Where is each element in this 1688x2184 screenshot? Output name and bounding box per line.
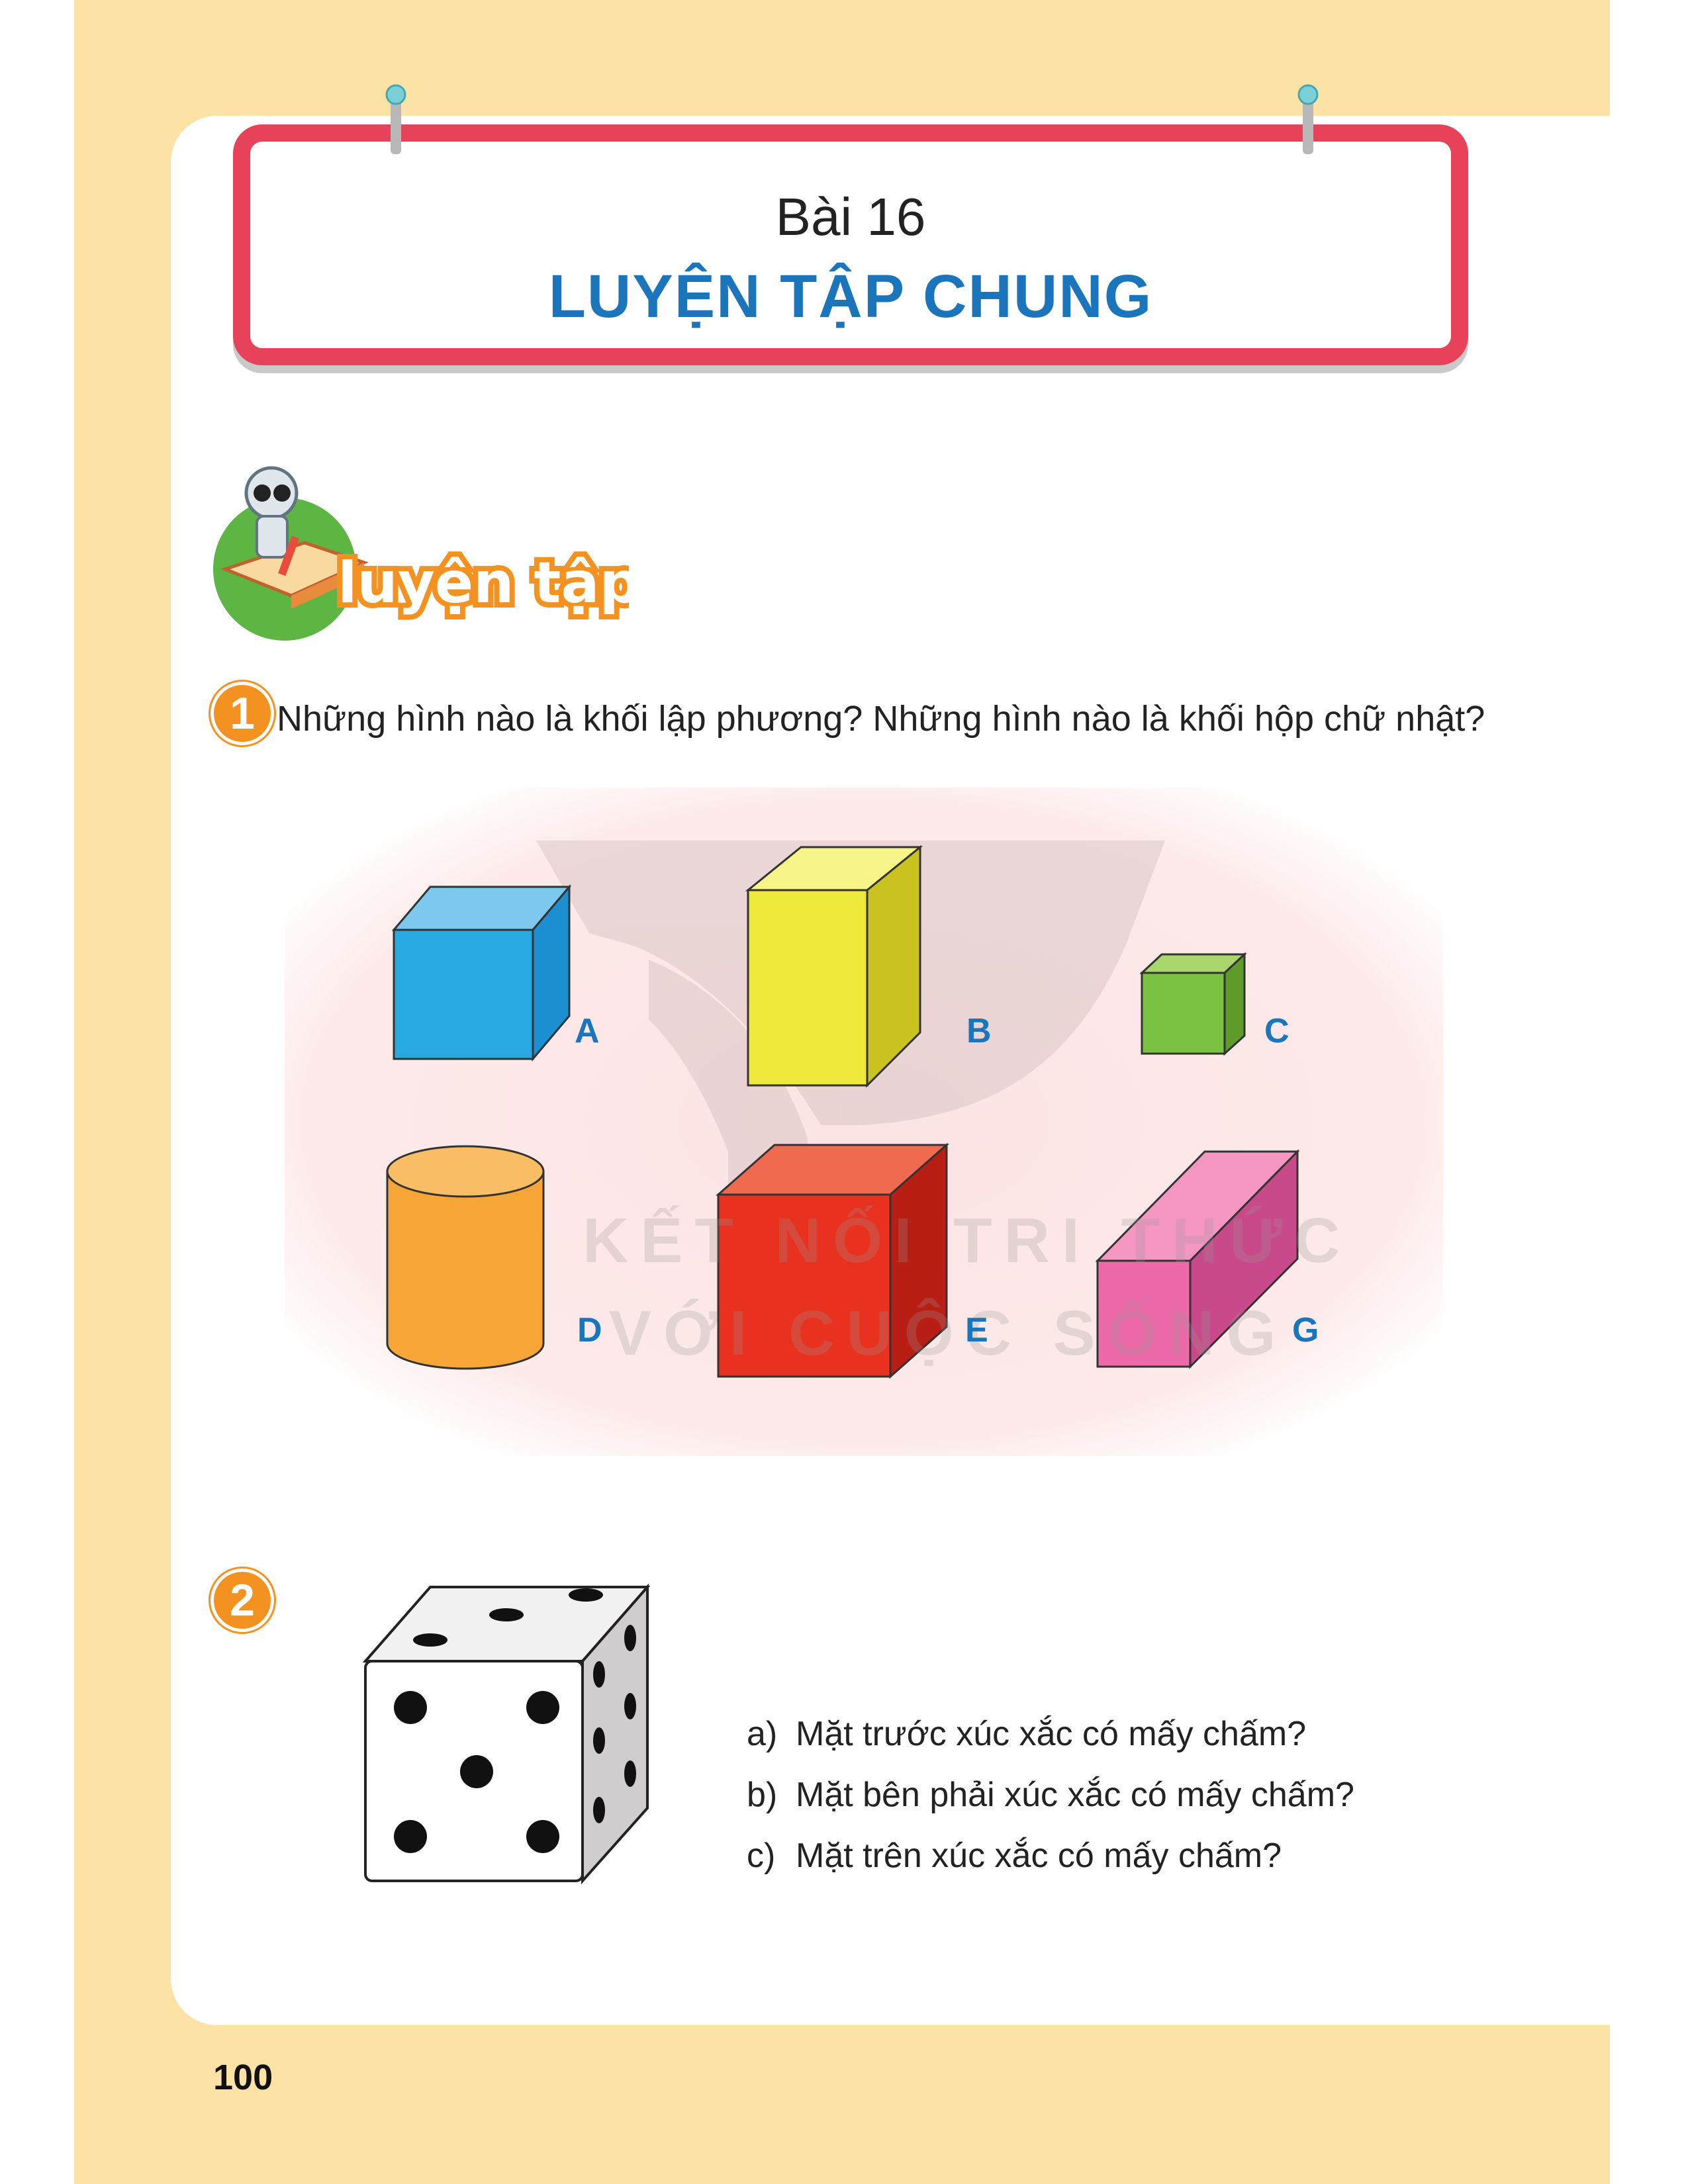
question-2b-text: Mặt bên phải xúc xắc có mấy chấm? (796, 1776, 1354, 1814)
question-2b-letter: b) (747, 1776, 778, 1814)
shape-label-a: A (575, 1012, 600, 1050)
lesson-title-board: Bài 16 LUYỆN TẬP CHUNG (233, 124, 1468, 365)
shape-b-box (745, 844, 923, 1088)
shape-a-cube (391, 884, 572, 1062)
hanging-pin-icon (385, 84, 406, 154)
question-1-number: 1 (211, 682, 274, 745)
lesson-number: Bài 16 (775, 187, 926, 246)
question-2b: b) Mặt bên phải xúc xắc có mấy chấm? (747, 1775, 1354, 1815)
shape-label-b: B (966, 1012, 992, 1050)
question-2a-letter: a) (747, 1715, 778, 1753)
question-2c: c) Mặt trên xúc xắc có mấy chấm? (747, 1836, 1282, 1876)
dice-illustration (362, 1583, 651, 1885)
shape-label-e: E (965, 1311, 988, 1349)
question-2c-letter: c) (747, 1837, 776, 1875)
practice-badge-label: luyện tập (338, 550, 629, 616)
shape-label-g: G (1292, 1311, 1319, 1349)
watermark-line-2: VỚI CUỘC SỐNG (609, 1298, 1288, 1369)
shape-label-d: D (577, 1311, 602, 1349)
question-1-text: Những hình nào là khối lập phương? Những… (277, 699, 1485, 739)
shapes-figure: KẾT NỐI TRI THỨC VỚI CUỘC SỐNG A B C D E… (278, 781, 1450, 1463)
page-number: 100 (213, 2058, 273, 2097)
practice-badge-icon: luyện tập (213, 466, 629, 641)
watermark-line-1: KẾT NỐI TRI THỨC (583, 1205, 1352, 1276)
question-2a-text: Mặt trước xúc xắc có mấy chấm? (796, 1715, 1307, 1753)
question-2c-text: Mặt trên xúc xắc có mấy chấm? (796, 1837, 1282, 1875)
hanging-pin-icon (1297, 84, 1319, 154)
shape-label-c: C (1264, 1012, 1289, 1050)
question-2a: a) Mặt trước xúc xắc có mấy chấm? (747, 1714, 1306, 1754)
shape-d-cylinder (386, 1145, 545, 1370)
shape-c-cube (1139, 952, 1247, 1056)
lesson-title: LUYỆN TẬP CHUNG (548, 263, 1153, 330)
question-2-number: 2 (211, 1569, 274, 1632)
